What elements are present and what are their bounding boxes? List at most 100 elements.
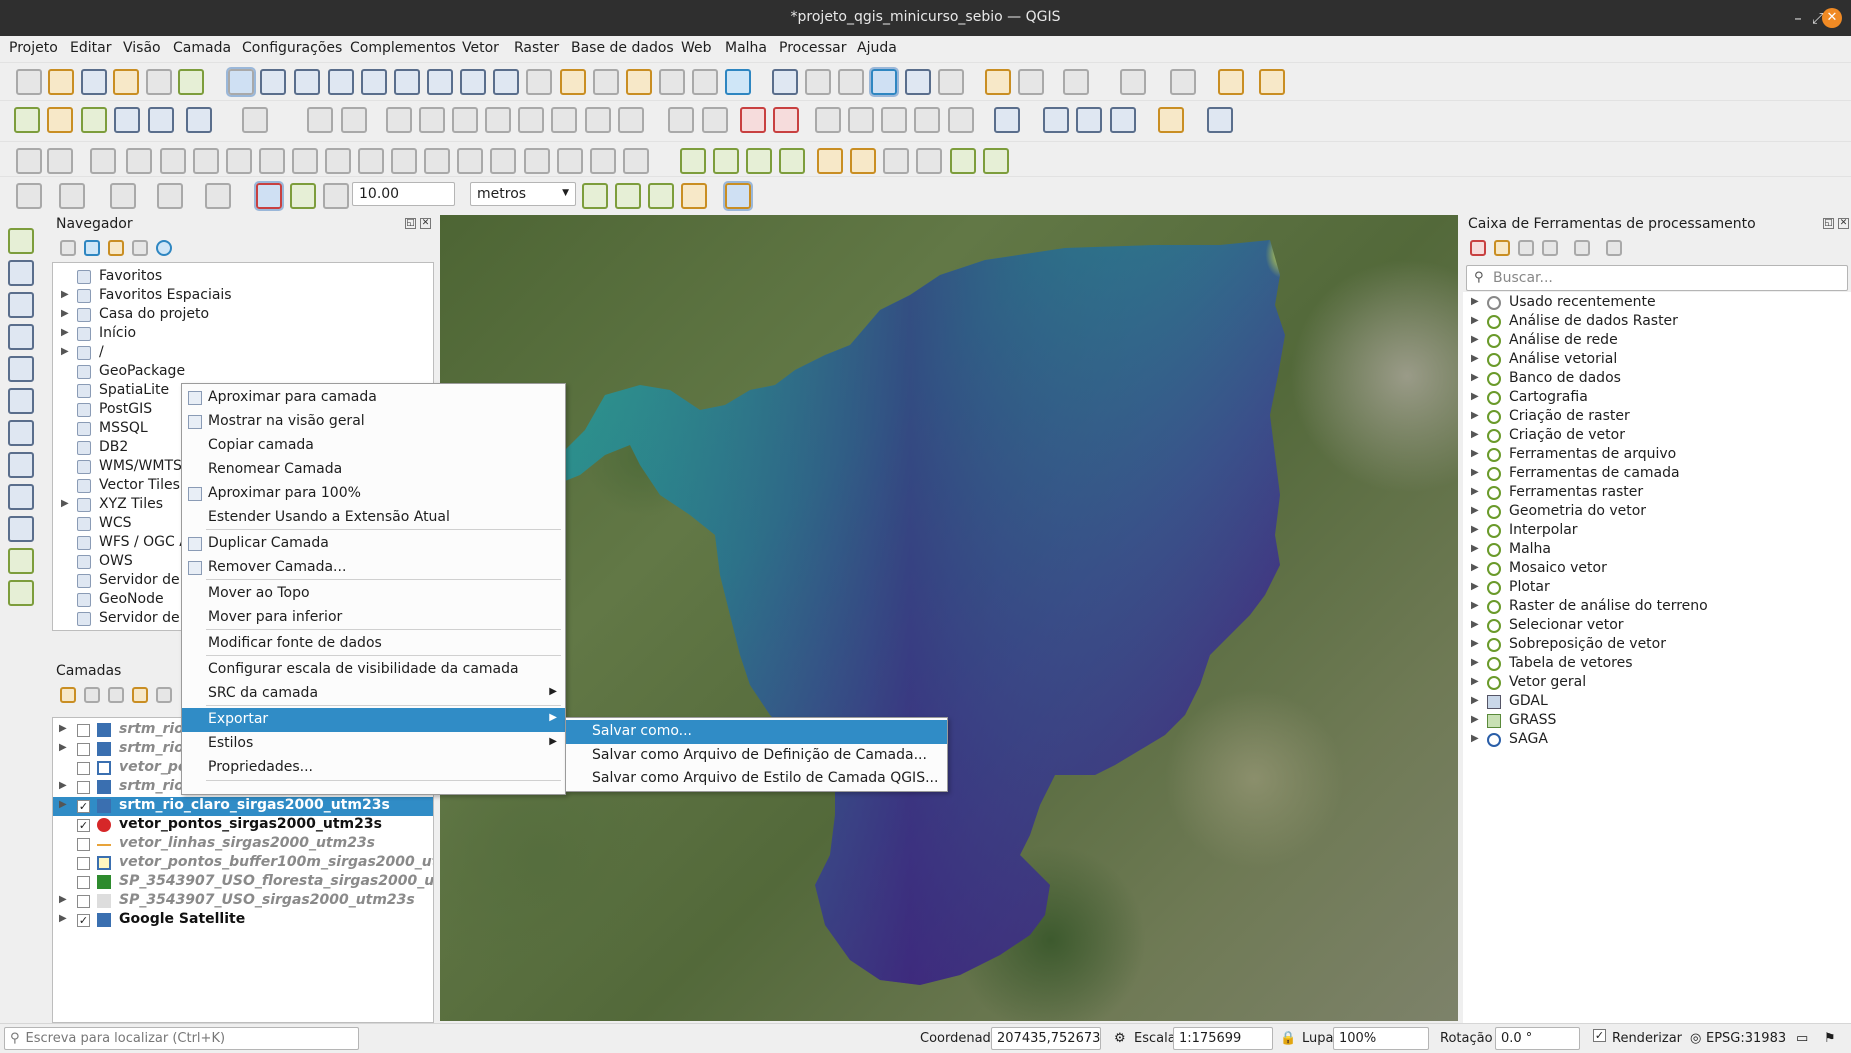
style-manager-icon[interactable] xyxy=(178,69,204,95)
layer-visibility-checkbox[interactable] xyxy=(77,838,90,851)
merge-features-icon[interactable] xyxy=(457,148,483,174)
layer-visibility-checkbox[interactable] xyxy=(77,876,90,889)
merge-attributes-icon[interactable] xyxy=(490,148,516,174)
decrease-contrast-icon[interactable] xyxy=(916,148,942,174)
layer-visibility-checkbox[interactable] xyxy=(77,857,90,870)
add-arcgis-icon[interactable] xyxy=(8,580,34,606)
context-menu-item[interactable]: Aproximar para camada xyxy=(182,386,565,410)
context-menu-item[interactable]: Renomear Camada xyxy=(182,458,565,482)
expand-arrow-icon[interactable]: ▶ xyxy=(59,799,67,810)
expand-arrow-icon[interactable]: ▶ xyxy=(1471,581,1479,592)
expand-arrow-icon[interactable]: ▶ xyxy=(1471,353,1479,364)
new-project-icon[interactable] xyxy=(16,69,42,95)
close-icon[interactable]: ✕ xyxy=(1822,8,1842,28)
layer-visibility-checkbox[interactable]: ✓ xyxy=(77,914,90,927)
layer-row[interactable]: ▶ ✓ Google Satellite xyxy=(53,911,433,930)
expand-arrow-icon[interactable]: ▶ xyxy=(1471,714,1479,725)
menu-camada[interactable]: Camada xyxy=(173,40,231,56)
add-selected-layers-icon[interactable] xyxy=(60,240,76,256)
new-shapefile-layer-icon[interactable] xyxy=(81,107,107,133)
expand-arrow-icon[interactable]: ▶ xyxy=(1471,334,1479,345)
offset-curve-icon[interactable] xyxy=(292,148,318,174)
db-manager-icon[interactable] xyxy=(994,107,1020,133)
new-map-view-icon[interactable] xyxy=(560,69,586,95)
add-wcs-icon[interactable] xyxy=(8,516,34,542)
snapping-tolerance-input[interactable]: 10.00 xyxy=(352,182,455,206)
zoom-selection-icon[interactable] xyxy=(394,69,420,95)
metasearch-icon[interactable] xyxy=(1043,107,1069,133)
map-canvas[interactable] xyxy=(440,215,1458,1021)
context-menu-item[interactable]: SRC da camada ▶ xyxy=(182,682,565,706)
snapping-type-icon[interactable] xyxy=(290,183,316,209)
context-menu-item[interactable]: Modificar fonte de dados xyxy=(182,632,565,656)
pan-to-selection-icon[interactable] xyxy=(260,69,286,95)
layer-row[interactable]: SP_3543907_USO_floresta_sirgas2000_utm23… xyxy=(53,873,433,892)
history-icon[interactable] xyxy=(1518,240,1534,256)
collapse-all-icon[interactable] xyxy=(132,240,148,256)
expand-arrow-icon[interactable]: ▶ xyxy=(59,913,67,924)
expand-arrow-icon[interactable]: ▶ xyxy=(59,894,67,905)
refresh-icon[interactable] xyxy=(84,240,100,256)
processing-search-input[interactable]: ⚲ Buscar... xyxy=(1466,265,1848,291)
results-viewer-icon[interactable] xyxy=(1542,240,1558,256)
context-menu-item[interactable]: Aproximar para 100% xyxy=(182,482,565,506)
add-vector-layer-icon[interactable] xyxy=(8,228,34,254)
zoom-out-icon[interactable] xyxy=(328,69,354,95)
layer-row[interactable]: vetor_linhas_sirgas2000_utm23s xyxy=(53,835,433,854)
rotate-label-icon[interactable] xyxy=(914,107,940,133)
cut-features-icon[interactable] xyxy=(485,107,511,133)
expand-arrow-icon[interactable]: ▶ xyxy=(1471,505,1479,516)
add-wfs-icon[interactable] xyxy=(8,548,34,574)
show-hide-labels-icon[interactable] xyxy=(848,107,874,133)
fill-ring-icon[interactable] xyxy=(160,148,186,174)
filter-icon[interactable] xyxy=(108,240,124,256)
python-scripts-icon[interactable] xyxy=(1494,240,1510,256)
magnifier-field[interactable]: 100% xyxy=(1333,1027,1429,1050)
menu-vetor[interactable]: Vetor xyxy=(462,40,499,56)
add-part-icon[interactable] xyxy=(126,148,152,174)
zoom-full-icon[interactable] xyxy=(361,69,387,95)
expand-arrow-icon[interactable]: ▶ xyxy=(1471,524,1479,535)
menu-ajuda[interactable]: Ajuda xyxy=(857,40,897,56)
expand-arrow-icon[interactable]: ▶ xyxy=(1471,676,1479,687)
menu-base-de-dados[interactable]: Base de dados xyxy=(571,40,674,56)
text-annotation-icon[interactable] xyxy=(1063,69,1089,95)
expand-arrow-icon[interactable]: ▶ xyxy=(1471,657,1479,668)
refresh-icon[interactable] xyxy=(725,69,751,95)
render-checkbox[interactable]: ✓ xyxy=(1593,1029,1606,1042)
cumulative-cut-icon[interactable] xyxy=(746,148,772,174)
layer-visibility-checkbox[interactable] xyxy=(77,724,90,737)
filter-legend-icon[interactable] xyxy=(132,687,148,703)
layer-visibility-checkbox[interactable]: ✓ xyxy=(77,819,90,832)
menu-web[interactable]: Web xyxy=(681,40,712,56)
expand-arrow-icon[interactable]: ▶ xyxy=(1471,562,1479,573)
annotation-text-icon[interactable] xyxy=(157,183,183,209)
toggle-editing-icon[interactable] xyxy=(307,107,333,133)
help-icon[interactable] xyxy=(1207,107,1233,133)
context-menu-item[interactable]: Configurar escala de visibilidade da cam… xyxy=(182,658,565,682)
layer-row[interactable]: ▶ SP_3543907_USO_sirgas2000_utm23s xyxy=(53,892,433,911)
tracing-icon[interactable] xyxy=(723,181,753,211)
new-geopackage-layer-icon[interactable] xyxy=(47,107,73,133)
locator-search-input[interactable]: ⚲ Escreva para localizar (Ctrl+K) xyxy=(4,1027,359,1050)
histogram-stretch-icon[interactable] xyxy=(680,148,706,174)
layer-visibility-checkbox[interactable]: ✓ xyxy=(77,800,90,813)
expand-arrow-icon[interactable]: ▶ xyxy=(61,289,69,300)
add-virtual-layer-icon[interactable] xyxy=(8,452,34,478)
snapping-units-select[interactable]: metros ▼ xyxy=(470,182,576,206)
attribute-table-icon[interactable] xyxy=(805,69,831,95)
new-print-layout-icon[interactable] xyxy=(113,69,139,95)
zoom-native-icon[interactable] xyxy=(460,69,486,95)
expand-arrow-icon[interactable]: ▶ xyxy=(1471,467,1479,478)
float-panel-icon[interactable]: ◱ xyxy=(1823,218,1834,229)
current-edits-icon[interactable] xyxy=(242,107,268,133)
annotation-icon[interactable] xyxy=(1018,69,1044,95)
decrease-brightness-icon[interactable] xyxy=(850,148,876,174)
digitize-icon[interactable] xyxy=(386,107,412,133)
open-project-icon[interactable] xyxy=(48,69,74,95)
offset-point-icon[interactable] xyxy=(557,148,583,174)
rotate-feature-icon[interactable] xyxy=(590,148,616,174)
filter-expression-icon[interactable] xyxy=(156,687,172,703)
select-features-icon[interactable] xyxy=(1120,69,1146,95)
advanced-digitize-icon[interactable] xyxy=(16,148,42,174)
